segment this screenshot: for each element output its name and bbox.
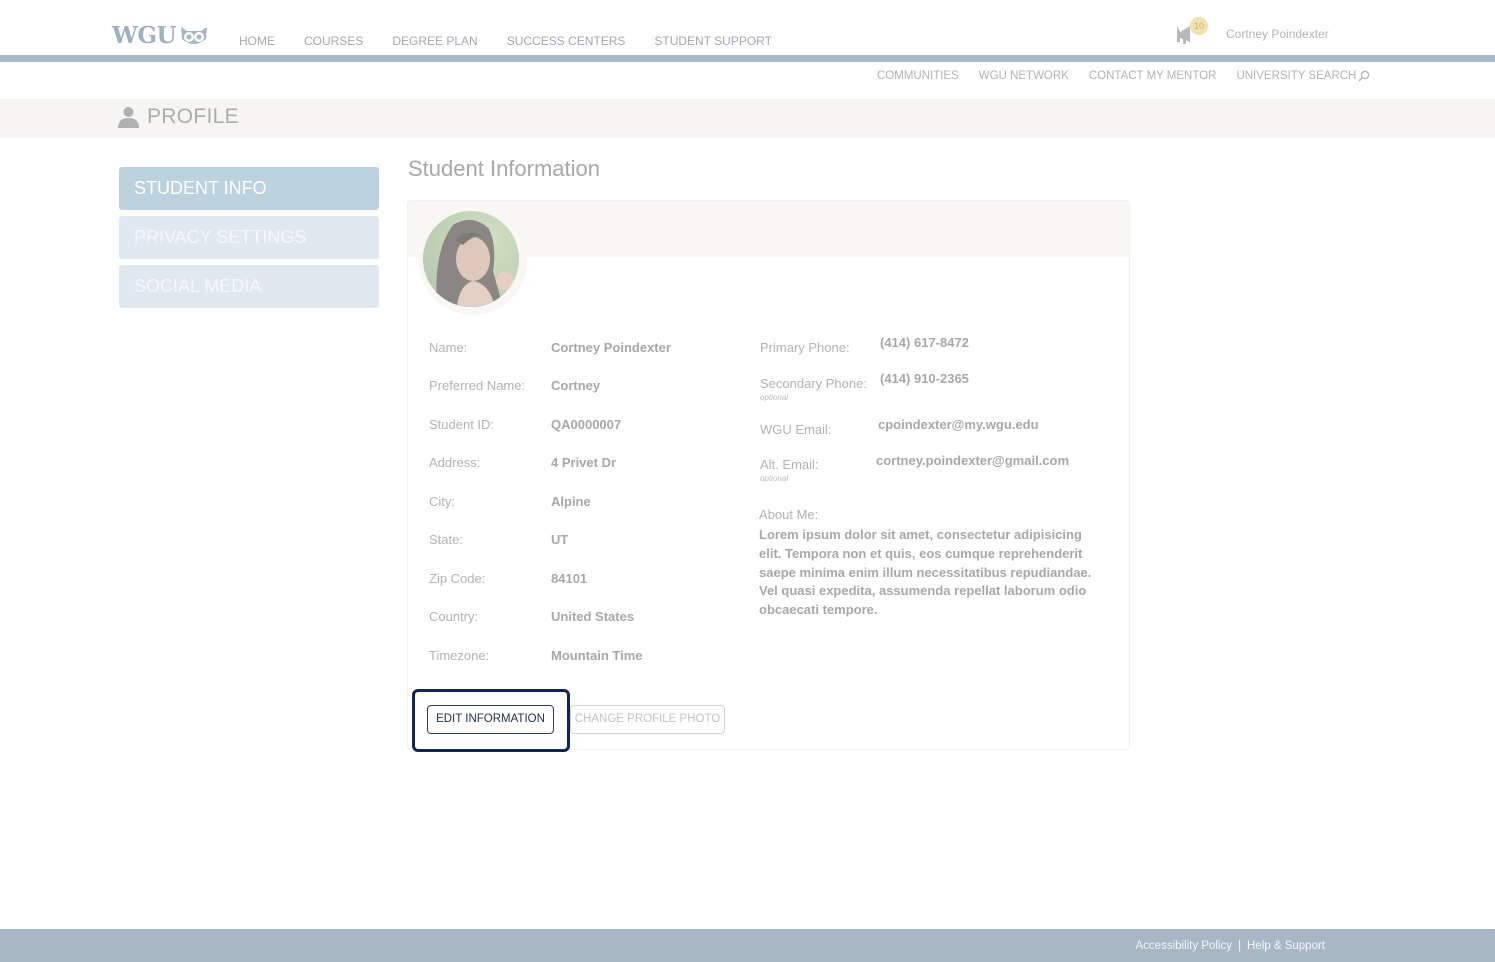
about-me-text: Lorem ipsum dolor sit amet, consectetur … — [759, 527, 1092, 618]
edit-information-button[interactable]: EDIT INFORMATION — [427, 705, 554, 734]
nav-contact-mentor[interactable]: CONTACT MY MENTOR — [1089, 70, 1217, 82]
owl-icon — [181, 26, 208, 44]
profile-sidebar: STUDENT INFO PRIVACY SETTINGS SOCIAL MED… — [119, 167, 379, 314]
secondary-nav: COMMUNITIES WGU NETWORK CONTACT MY MENTO… — [877, 70, 1370, 82]
primary-phone-label: Primary Phone: — [760, 340, 850, 355]
secondary-phone-label: Secondary Phone: — [760, 376, 867, 391]
nav-home[interactable]: HOME — [239, 34, 275, 48]
footer-links: Accessibility Policy | Help & Support — [1136, 940, 1326, 952]
secondary-phone-optional-note: optional — [760, 393, 789, 402]
top-header: WGU HOME COURSES DEGREE PLAN SUCCESS CEN… — [0, 0, 1495, 56]
country-label: Country: — [429, 609, 479, 624]
nav-degree-plan[interactable]: DEGREE PLAN — [392, 34, 477, 48]
nav-success-centers[interactable]: SUCCESS CENTERS — [507, 34, 626, 48]
wgu-email-label: WGU Email: — [760, 422, 832, 437]
notification-badge: 10 — [1190, 17, 1208, 35]
main-nav: HOME COURSES DEGREE PLAN SUCCESS CENTERS… — [239, 34, 801, 48]
nav-communities[interactable]: COMMUNITIES — [877, 70, 959, 82]
nav-courses[interactable]: COURSES — [304, 34, 363, 48]
sidebar-item-privacy-settings[interactable]: PRIVACY SETTINGS — [119, 216, 379, 259]
country-value: United States — [551, 609, 635, 624]
zip-code-value: 84101 — [551, 571, 588, 586]
timezone-label: Timezone: — [429, 648, 490, 663]
address-value: 4 Privet Dr — [551, 455, 617, 470]
user-name[interactable]: Cortney Poindexter — [1226, 27, 1329, 41]
nav-wgu-network[interactable]: WGU NETWORK — [979, 70, 1069, 82]
state-value: UT — [551, 532, 569, 547]
alt-email-label: Alt. Email: — [760, 457, 819, 472]
page-title: PROFILE — [118, 105, 239, 129]
preferred-name-value: Cortney — [551, 378, 601, 393]
name-label: Name: — [429, 340, 468, 355]
page-title-text: PROFILE — [147, 105, 239, 128]
secondary-phone-value: (414) 910-2365 — [880, 371, 969, 386]
help-support-link[interactable]: Help & Support — [1247, 940, 1325, 952]
sidebar-item-social-media[interactable]: SOCIAL MEDIA — [119, 265, 379, 308]
nav-university-search[interactable]: UNIVERSITY SEARCH — [1236, 70, 1370, 82]
wgu-logo[interactable]: WGU — [112, 22, 209, 49]
student-id-label: Student ID: — [429, 417, 495, 432]
search-icon — [1358, 70, 1370, 82]
student-id-value: QA0000007 — [551, 417, 622, 432]
timezone-value: Mountain Time — [551, 648, 643, 663]
alt-email-optional-note: optional — [760, 474, 789, 483]
university-search-label: UNIVERSITY SEARCH — [1236, 70, 1357, 82]
city-label: City: — [429, 494, 455, 509]
section-title: Student Information — [408, 156, 601, 181]
alt-email-value: cortney.poindexter@gmail.com — [876, 453, 1070, 468]
profile-photo-image — [423, 211, 519, 307]
footer-separator: | — [1238, 940, 1241, 952]
about-me-label: About Me: — [759, 507, 819, 522]
zip-code-label: Zip Code: — [429, 571, 486, 586]
address-label: Address: — [429, 455, 481, 470]
accessibility-policy-link[interactable]: Accessibility Policy — [1136, 940, 1233, 952]
page-footer: Accessibility Policy | Help & Support — [0, 929, 1495, 962]
name-value: Cortney Poindexter — [551, 340, 671, 355]
state-label: State: — [429, 532, 463, 547]
wgu-email-value: cpoindexter@my.wgu.edu — [878, 417, 1039, 432]
change-profile-photo-button[interactable]: CHANGE PROFILE PHOTO — [570, 705, 725, 734]
header-divider — [0, 55, 1495, 62]
nav-student-support[interactable]: STUDENT SUPPORT — [654, 34, 772, 48]
sidebar-item-student-info[interactable]: STUDENT INFO — [119, 167, 379, 210]
preferred-name-label: Preferred Name: — [429, 378, 526, 393]
user-icon — [118, 107, 139, 128]
logo-text: WGU — [112, 22, 177, 49]
profile-photo[interactable] — [423, 211, 519, 307]
city-value: Alpine — [551, 494, 591, 509]
primary-phone-value: (414) 617-8472 — [880, 335, 969, 350]
